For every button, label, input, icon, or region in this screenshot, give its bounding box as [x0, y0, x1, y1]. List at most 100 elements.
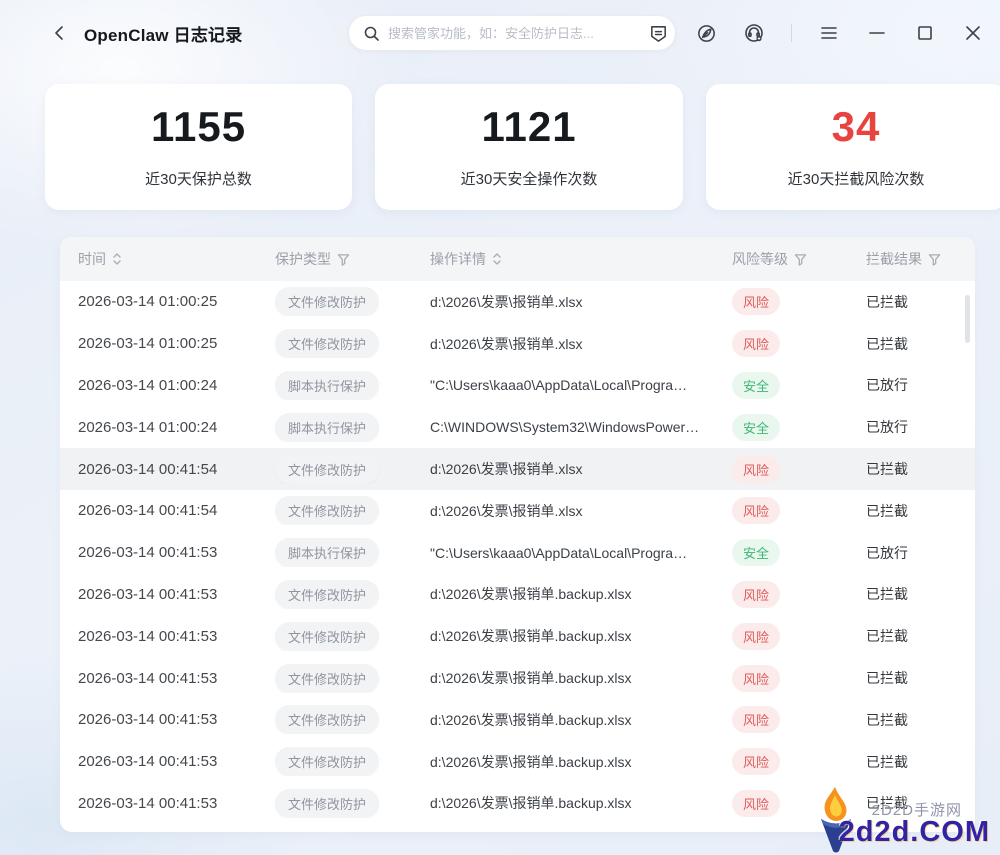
- title-bar: OpenClaw 日志记录: [0, 0, 1000, 66]
- table-row[interactable]: 2026-03-14 00:41:53 文件修改防护 d:\2026\发票\报销…: [60, 741, 975, 783]
- protection-type-cell: 脚本执行保护: [260, 371, 415, 400]
- risk-level-badge: 安全: [732, 414, 780, 441]
- protection-type-cell: 文件修改防护: [260, 789, 415, 818]
- protection-type-badge: 文件修改防护: [275, 789, 379, 818]
- risk-level-badge: 风险: [732, 706, 780, 733]
- block-result: 已放行: [840, 417, 975, 437]
- protection-type-cell: 文件修改防护: [260, 622, 415, 651]
- block-result: 已拦截: [840, 710, 975, 730]
- risk-level-cell: 安全: [715, 372, 840, 399]
- table-row[interactable]: 2026-03-14 00:41:53 脚本执行保护 "C:\Users\kaa…: [60, 532, 975, 574]
- operation-detail: d:\2026\发票\报销单.backup.xlsx: [415, 710, 715, 730]
- sort-icon: [112, 252, 122, 266]
- protection-type-cell: 文件修改防护: [260, 329, 415, 358]
- risk-level-cell: 风险: [715, 330, 840, 357]
- risk-level-cell: 风险: [715, 748, 840, 775]
- table-row[interactable]: 2026-03-14 00:41:53 文件修改防护 d:\2026\发票\报销…: [60, 657, 975, 699]
- operation-detail: d:\2026\发票\报销单.backup.xlsx: [415, 752, 715, 772]
- table-row[interactable]: 2026-03-14 00:41:53 文件修改防护 d:\2026\发票\报销…: [60, 699, 975, 741]
- log-time: 2026-03-14 00:41:53: [60, 711, 260, 728]
- back-button[interactable]: [48, 21, 72, 45]
- risk-level-badge: 风险: [732, 456, 780, 483]
- operation-detail: d:\2026\发票\报销单.backup.xlsx: [415, 793, 715, 813]
- risk-level-badge: 安全: [732, 539, 780, 566]
- protection-type-badge: 脚本执行保护: [275, 413, 379, 442]
- block-result: 已拦截: [840, 584, 975, 604]
- table-row[interactable]: 2026-03-14 00:41:53 文件修改防护 d:\2026\发票\报销…: [60, 574, 975, 616]
- protection-type-cell: 文件修改防护: [260, 747, 415, 776]
- operation-detail: d:\2026\发票\报销单.backup.xlsx: [415, 584, 715, 604]
- shield-card-icon[interactable]: [647, 22, 669, 44]
- table-row[interactable]: 2026-03-14 00:41:53 文件修改防护 d:\2026\发票\报销…: [60, 615, 975, 657]
- table-row[interactable]: 2026-03-14 01:00:24 脚本执行保护 "C:\Users\kaa…: [60, 365, 975, 407]
- protection-type-badge: 文件修改防护: [275, 747, 379, 776]
- stat-label: 近30天拦截风险次数: [788, 168, 925, 189]
- protection-type-badge: 文件修改防护: [275, 455, 379, 484]
- log-time: 2026-03-14 01:00:25: [60, 293, 260, 310]
- operation-detail: "C:\Users\kaaa0\AppData\Local\Progra…: [415, 377, 715, 393]
- operation-detail: d:\2026\发票\报销单.xlsx: [415, 334, 715, 354]
- table-row[interactable]: 2026-03-14 01:00:25 文件修改防护 d:\2026\发票\报销…: [60, 281, 975, 323]
- table-row[interactable]: 2026-03-14 00:41:54 文件修改防护 d:\2026\发票\报销…: [60, 490, 975, 532]
- risk-level-cell: 风险: [715, 665, 840, 692]
- filter-icon: [794, 253, 807, 266]
- menu-icon[interactable]: [818, 22, 840, 44]
- log-time: 2026-03-14 00:41:53: [60, 795, 260, 812]
- risk-level-badge: 安全: [732, 372, 780, 399]
- search-input[interactable]: [388, 26, 661, 41]
- risk-level-badge: 风险: [732, 790, 780, 817]
- search-icon: [363, 25, 380, 42]
- block-result: 已拦截: [840, 501, 975, 521]
- log-time: 2026-03-14 01:00:24: [60, 419, 260, 436]
- filter-icon: [337, 253, 350, 266]
- theme-leaf-icon[interactable]: [695, 22, 717, 44]
- risk-level-badge: 风险: [732, 623, 780, 650]
- protection-type-badge: 文件修改防护: [275, 622, 379, 651]
- protection-type-cell: 文件修改防护: [260, 705, 415, 734]
- log-time: 2026-03-14 00:41:54: [60, 461, 260, 478]
- risk-level-cell: 风险: [715, 706, 840, 733]
- operation-detail: d:\2026\发票\报销单.backup.xlsx: [415, 668, 715, 688]
- protection-type-badge: 文件修改防护: [275, 287, 379, 316]
- stat-value: 34: [832, 106, 881, 148]
- block-result: 已放行: [840, 375, 975, 395]
- log-time: 2026-03-14 01:00:24: [60, 377, 260, 394]
- block-result: 已拦截: [840, 334, 975, 354]
- block-result: 已拦截: [840, 459, 975, 479]
- risk-level-cell: 风险: [715, 581, 840, 608]
- operation-detail: d:\2026\发票\报销单.backup.xlsx: [415, 626, 715, 646]
- block-result: 已拦截: [840, 668, 975, 688]
- column-header-time[interactable]: 时间: [60, 249, 260, 269]
- minimize-button[interactable]: [866, 22, 888, 44]
- stat-card-blocked-risks: 34 近30天拦截风险次数: [706, 84, 1000, 210]
- stat-card-safe-operations: 1121 近30天安全操作次数: [375, 84, 683, 210]
- protection-type-cell: 文件修改防护: [260, 496, 415, 525]
- protection-type-cell: 脚本执行保护: [260, 538, 415, 567]
- sort-icon: [492, 252, 502, 266]
- stat-label: 近30天保护总数: [145, 168, 252, 189]
- table-row[interactable]: 2026-03-14 01:00:24 脚本执行保护 C:\WINDOWS\Sy…: [60, 406, 975, 448]
- operation-detail: d:\2026\发票\报销单.xlsx: [415, 501, 715, 521]
- log-time: 2026-03-14 00:41:53: [60, 670, 260, 687]
- table-row[interactable]: 2026-03-14 01:00:25 文件修改防护 d:\2026\发票\报销…: [60, 323, 975, 365]
- table-row[interactable]: 2026-03-14 00:41:53 文件修改防护 d:\2026\发票\报销…: [60, 783, 975, 825]
- block-result: 已拦截: [840, 752, 975, 772]
- column-header-detail[interactable]: 操作详情: [415, 249, 715, 269]
- search-bar[interactable]: [348, 15, 676, 51]
- protection-type-badge: 文件修改防护: [275, 580, 379, 609]
- risk-level-cell: 风险: [715, 623, 840, 650]
- stat-value: 1155: [151, 106, 246, 148]
- column-header-result[interactable]: 拦截结果: [840, 249, 975, 269]
- scrollbar-thumb[interactable]: [965, 295, 970, 343]
- column-header-type[interactable]: 保护类型: [260, 249, 415, 269]
- stat-value: 1121: [481, 106, 576, 148]
- protection-type-cell: 脚本执行保护: [260, 413, 415, 442]
- customer-service-icon[interactable]: [743, 22, 765, 44]
- maximize-button[interactable]: [914, 22, 936, 44]
- protection-type-badge: 脚本执行保护: [275, 371, 379, 400]
- column-header-risk[interactable]: 风险等级: [715, 249, 840, 269]
- stats-row: 1155 近30天保护总数 1121 近30天安全操作次数 34 近30天拦截风…: [45, 84, 1000, 210]
- table-row[interactable]: 2026-03-14 00:41:54 文件修改防护 d:\2026\发票\报销…: [60, 448, 975, 490]
- close-button[interactable]: [962, 22, 984, 44]
- filter-icon: [928, 253, 941, 266]
